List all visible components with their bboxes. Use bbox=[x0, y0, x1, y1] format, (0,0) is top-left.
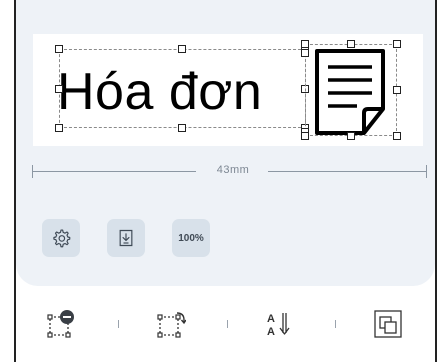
selection-handle[interactable] bbox=[55, 45, 63, 53]
layers-icon bbox=[374, 310, 402, 338]
import-icon bbox=[119, 229, 133, 247]
settings-button[interactable] bbox=[42, 219, 80, 257]
remove-element-button[interactable] bbox=[45, 308, 77, 340]
selection-handle[interactable] bbox=[178, 45, 186, 53]
icon-selection-box bbox=[305, 44, 397, 136]
selection-handle[interactable] bbox=[301, 40, 309, 48]
import-button[interactable] bbox=[107, 219, 145, 257]
width-dimension: 43mm bbox=[32, 163, 428, 179]
zoom-button[interactable]: 100% bbox=[172, 219, 210, 257]
selection-handle[interactable] bbox=[55, 85, 63, 93]
sort-alpha-icon: A A bbox=[267, 313, 290, 338]
selection-handle[interactable] bbox=[393, 132, 401, 140]
selection-handle[interactable] bbox=[393, 40, 401, 48]
selection-handle[interactable] bbox=[178, 124, 186, 132]
sort-button[interactable]: A A bbox=[263, 308, 295, 340]
width-dimension-label: 43mm bbox=[216, 164, 250, 176]
remove-element-icon bbox=[47, 310, 74, 338]
gear-icon bbox=[53, 229, 71, 248]
selection-handle[interactable] bbox=[301, 49, 309, 57]
rotate-button[interactable] bbox=[155, 308, 187, 340]
selection-handle[interactable] bbox=[55, 124, 63, 132]
toolbar-separator bbox=[118, 320, 119, 328]
zoom-label: 100% bbox=[178, 232, 204, 244]
selection-handle[interactable] bbox=[347, 132, 355, 140]
toolbar-separator bbox=[335, 320, 336, 328]
selection-handle[interactable] bbox=[301, 132, 309, 140]
window-frame-right bbox=[435, 0, 437, 362]
layers-button[interactable] bbox=[372, 308, 404, 340]
selection-handle[interactable] bbox=[393, 86, 401, 94]
svg-text:A: A bbox=[267, 326, 275, 338]
rotate-icon bbox=[157, 312, 186, 338]
text-selection-box bbox=[59, 49, 306, 128]
toolbar-separator bbox=[227, 320, 228, 328]
svg-text:A: A bbox=[267, 313, 275, 325]
selection-handle[interactable] bbox=[347, 40, 355, 48]
